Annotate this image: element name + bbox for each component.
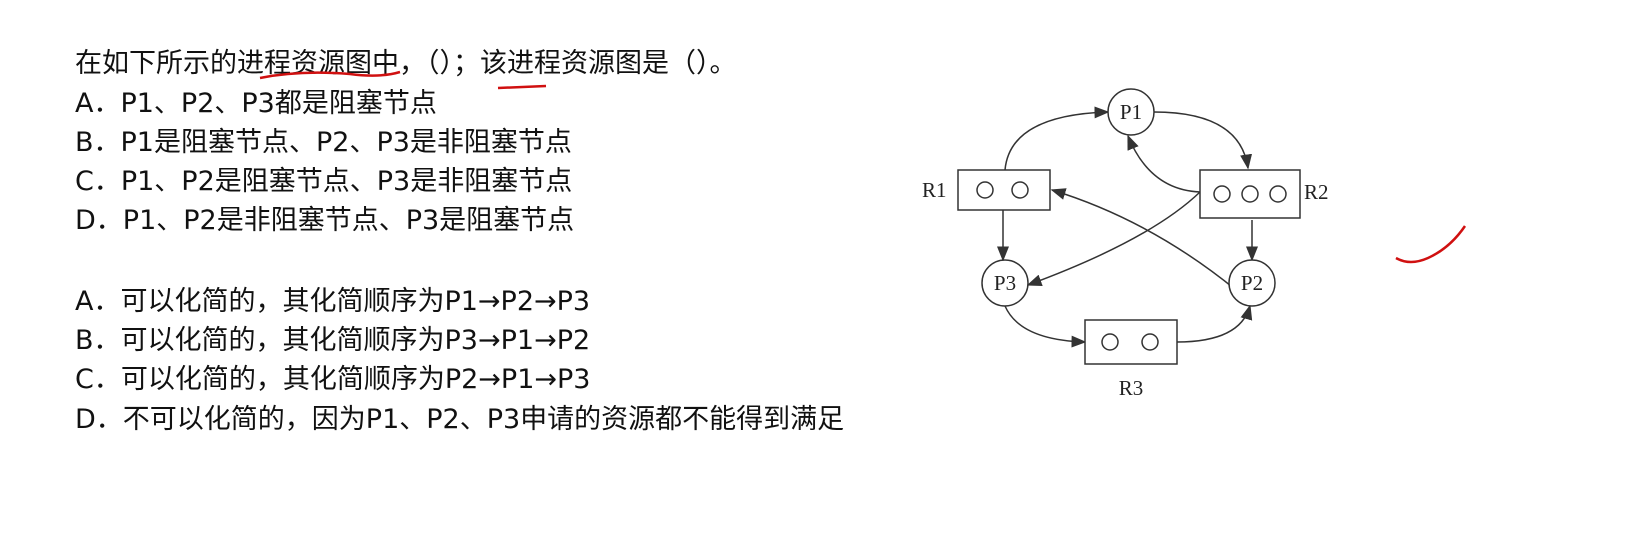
label-p3: P3: [994, 271, 1016, 295]
edge-p1-r2: [1153, 111, 1253, 170]
process-resource-diagram: P1 P2 P3 R1 R2 R3: [922, 88, 1329, 400]
resource-unit: [1011, 181, 1029, 199]
resource-unit: [1213, 185, 1231, 203]
edge-r1-p1: [1004, 106, 1110, 171]
edge-p3-r3: [1004, 305, 1087, 348]
resource-unit: [1241, 185, 1259, 203]
label-r2: R2: [1304, 180, 1329, 204]
label-r3: R3: [1119, 376, 1144, 400]
resource-unit: [1269, 185, 1287, 203]
label-p1: P1: [1120, 100, 1142, 124]
resource-box-r1: [957, 169, 1051, 211]
edge-r2-p1: [1127, 134, 1201, 193]
edge-r3-p2: [1176, 304, 1253, 343]
label-r1: R1: [922, 178, 947, 202]
resource-box-r3: [1084, 319, 1178, 365]
label-p2: P2: [1241, 271, 1263, 295]
resource-unit: [1141, 333, 1159, 351]
edge-r2-p3: [1026, 191, 1201, 286]
resource-unit: [976, 181, 994, 199]
resource-unit: [1101, 333, 1119, 351]
